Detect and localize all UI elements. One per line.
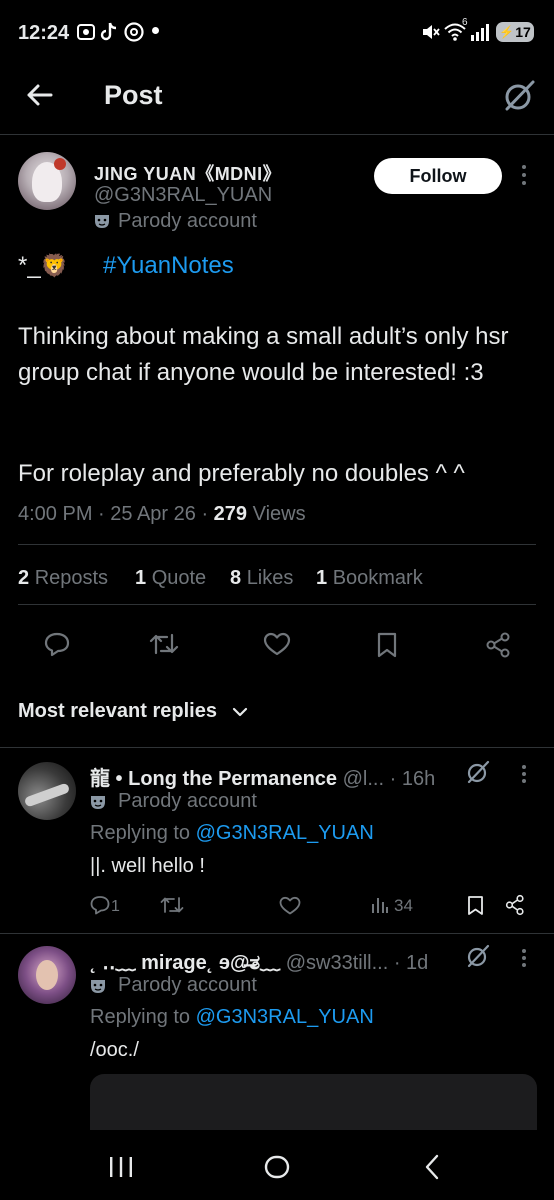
views-count: 34 bbox=[394, 896, 413, 915]
quotes-stat[interactable]: 1 Quote bbox=[135, 567, 206, 590]
more-options-icon[interactable] bbox=[521, 764, 527, 784]
stat-count: 1 bbox=[316, 567, 328, 589]
post-tag-line: *_🦁 bbox=[18, 252, 68, 280]
grok-icon[interactable] bbox=[466, 944, 490, 968]
notification-dot-icon bbox=[152, 27, 159, 34]
reply-author-name[interactable]: ˛ ‥﹏ mirage˛ ɘ@̶̶ತ﹏ bbox=[90, 952, 280, 974]
stat-label: Bookmark bbox=[332, 567, 423, 589]
reply-text: ||. well hello ! bbox=[90, 855, 205, 877]
replies-sort-label: Most relevant replies bbox=[18, 700, 217, 722]
views-count: 279 bbox=[213, 503, 248, 525]
replying-prefix: Replying to bbox=[90, 1006, 196, 1028]
parody-mask-icon bbox=[90, 978, 106, 994]
stat-label: Quote bbox=[151, 567, 207, 589]
parody-label: Parody account bbox=[118, 790, 257, 812]
parody-mask-icon bbox=[94, 213, 110, 229]
repost-icon[interactable] bbox=[149, 631, 179, 657]
post-paragraph-2: For roleplay and preferably no doubles ^… bbox=[18, 460, 465, 487]
bookmarks-stat[interactable]: 1 Bookmark bbox=[316, 567, 423, 590]
back-icon[interactable] bbox=[424, 1154, 440, 1180]
like-icon[interactable] bbox=[263, 632, 291, 656]
hashtag-link[interactable]: #YuanNotes bbox=[103, 252, 234, 280]
screenshot-icon bbox=[76, 22, 96, 42]
stats-divider bbox=[18, 604, 536, 605]
reply-header: 龍 • Long the Permanence @l... · 16h bbox=[90, 762, 435, 791]
stat-count: 2 bbox=[18, 567, 30, 589]
mute-icon bbox=[420, 22, 440, 42]
lion-emoji-icon: 🦁 bbox=[40, 253, 69, 278]
section-divider bbox=[0, 747, 554, 748]
reply-icon[interactable] bbox=[44, 631, 70, 657]
replying-to: Replying to @G3N3RAL_YUAN bbox=[90, 1006, 374, 1029]
battery-level: 17 bbox=[515, 24, 531, 40]
page-title: Post bbox=[104, 80, 163, 110]
recent-apps-icon[interactable] bbox=[108, 1156, 134, 1178]
repost-icon[interactable] bbox=[160, 895, 184, 915]
reply-icon[interactable] bbox=[90, 895, 110, 915]
views-chart-icon[interactable] bbox=[371, 896, 389, 914]
post-divider bbox=[18, 544, 536, 545]
reply-header: ˛ ‥﹏ mirage˛ ɘ@̶̶ತ﹏ @sw33till... · 1d bbox=[90, 946, 428, 975]
stat-label: Reposts bbox=[34, 567, 109, 589]
author-name[interactable]: JING YUAN《MDNI》 bbox=[94, 160, 281, 186]
cellular-signal-icon bbox=[470, 22, 492, 42]
parody-label: Parody account bbox=[118, 974, 257, 996]
home-icon[interactable] bbox=[264, 1155, 290, 1179]
post-meta: 4:00 PM · 25 Apr 26 · 279 Views bbox=[18, 503, 306, 526]
threads-icon bbox=[123, 21, 145, 43]
reply-time: · 16h bbox=[389, 768, 436, 790]
chevron-down-icon[interactable] bbox=[232, 705, 248, 719]
post-timestamp: 4:00 PM · 25 Apr 26 · bbox=[18, 503, 214, 525]
reply-author-handle[interactable]: @sw33till... bbox=[286, 952, 389, 974]
charging-bolt-icon: ⚡ bbox=[499, 25, 515, 39]
replying-handle-link[interactable]: @G3N3RAL_YUAN bbox=[196, 822, 374, 844]
status-time: 12:24 bbox=[18, 22, 70, 44]
author-avatar[interactable] bbox=[18, 152, 76, 210]
reply-avatar[interactable] bbox=[18, 762, 76, 820]
author-handle[interactable]: @G3N3RAL_YUAN bbox=[94, 184, 272, 207]
reply-avatar[interactable] bbox=[18, 946, 76, 1004]
stat-count: 8 bbox=[230, 567, 242, 589]
grok-icon[interactable] bbox=[502, 79, 536, 113]
reply-author-handle[interactable]: @l... bbox=[343, 768, 384, 790]
reply-time: · 1d bbox=[393, 952, 429, 974]
stat-count: 1 bbox=[135, 567, 147, 589]
reply-count: 1 bbox=[111, 898, 120, 915]
system-navigation-bar bbox=[0, 1130, 554, 1200]
replying-handle-link[interactable]: @G3N3RAL_YUAN bbox=[196, 1006, 374, 1028]
header-divider bbox=[0, 134, 554, 135]
more-options-icon[interactable] bbox=[521, 948, 527, 968]
parody-mask-icon bbox=[90, 794, 106, 810]
tag-prefix: *_ bbox=[18, 252, 41, 279]
status-bar: 12:24 6 ⚡ 17 bbox=[0, 0, 554, 62]
replying-prefix: Replying to bbox=[90, 822, 196, 844]
views-label: Views bbox=[247, 503, 306, 525]
follow-button[interactable]: Follow bbox=[374, 158, 502, 194]
reply-divider bbox=[0, 933, 554, 934]
back-arrow-icon[interactable] bbox=[24, 80, 54, 110]
likes-stat[interactable]: 8 Likes bbox=[230, 567, 293, 590]
replying-to: Replying to @G3N3RAL_YUAN bbox=[90, 822, 374, 845]
share-icon[interactable] bbox=[505, 894, 525, 916]
parody-label: Parody account bbox=[118, 210, 257, 232]
share-icon[interactable] bbox=[485, 631, 511, 659]
battery-indicator: ⚡ 17 bbox=[496, 22, 534, 42]
reply-author-name[interactable]: 龍 • Long the Permanence bbox=[90, 768, 337, 790]
more-options-icon[interactable] bbox=[521, 164, 527, 186]
like-icon[interactable] bbox=[279, 896, 301, 915]
bookmark-icon[interactable] bbox=[467, 895, 484, 916]
post-paragraph-1: Thinking about making a small adult’s on… bbox=[18, 323, 509, 386]
replies-sort-dropdown[interactable]: Most relevant replies bbox=[18, 700, 217, 723]
stat-label: Likes bbox=[246, 567, 294, 589]
grok-icon[interactable] bbox=[466, 760, 490, 784]
reposts-stat[interactable]: 2 Reposts bbox=[18, 567, 108, 590]
tiktok-icon bbox=[99, 21, 119, 43]
bookmark-icon[interactable] bbox=[376, 631, 398, 659]
reply-text: /ooc./ bbox=[90, 1039, 139, 1061]
wifi-generation-label: 6 bbox=[462, 17, 468, 28]
